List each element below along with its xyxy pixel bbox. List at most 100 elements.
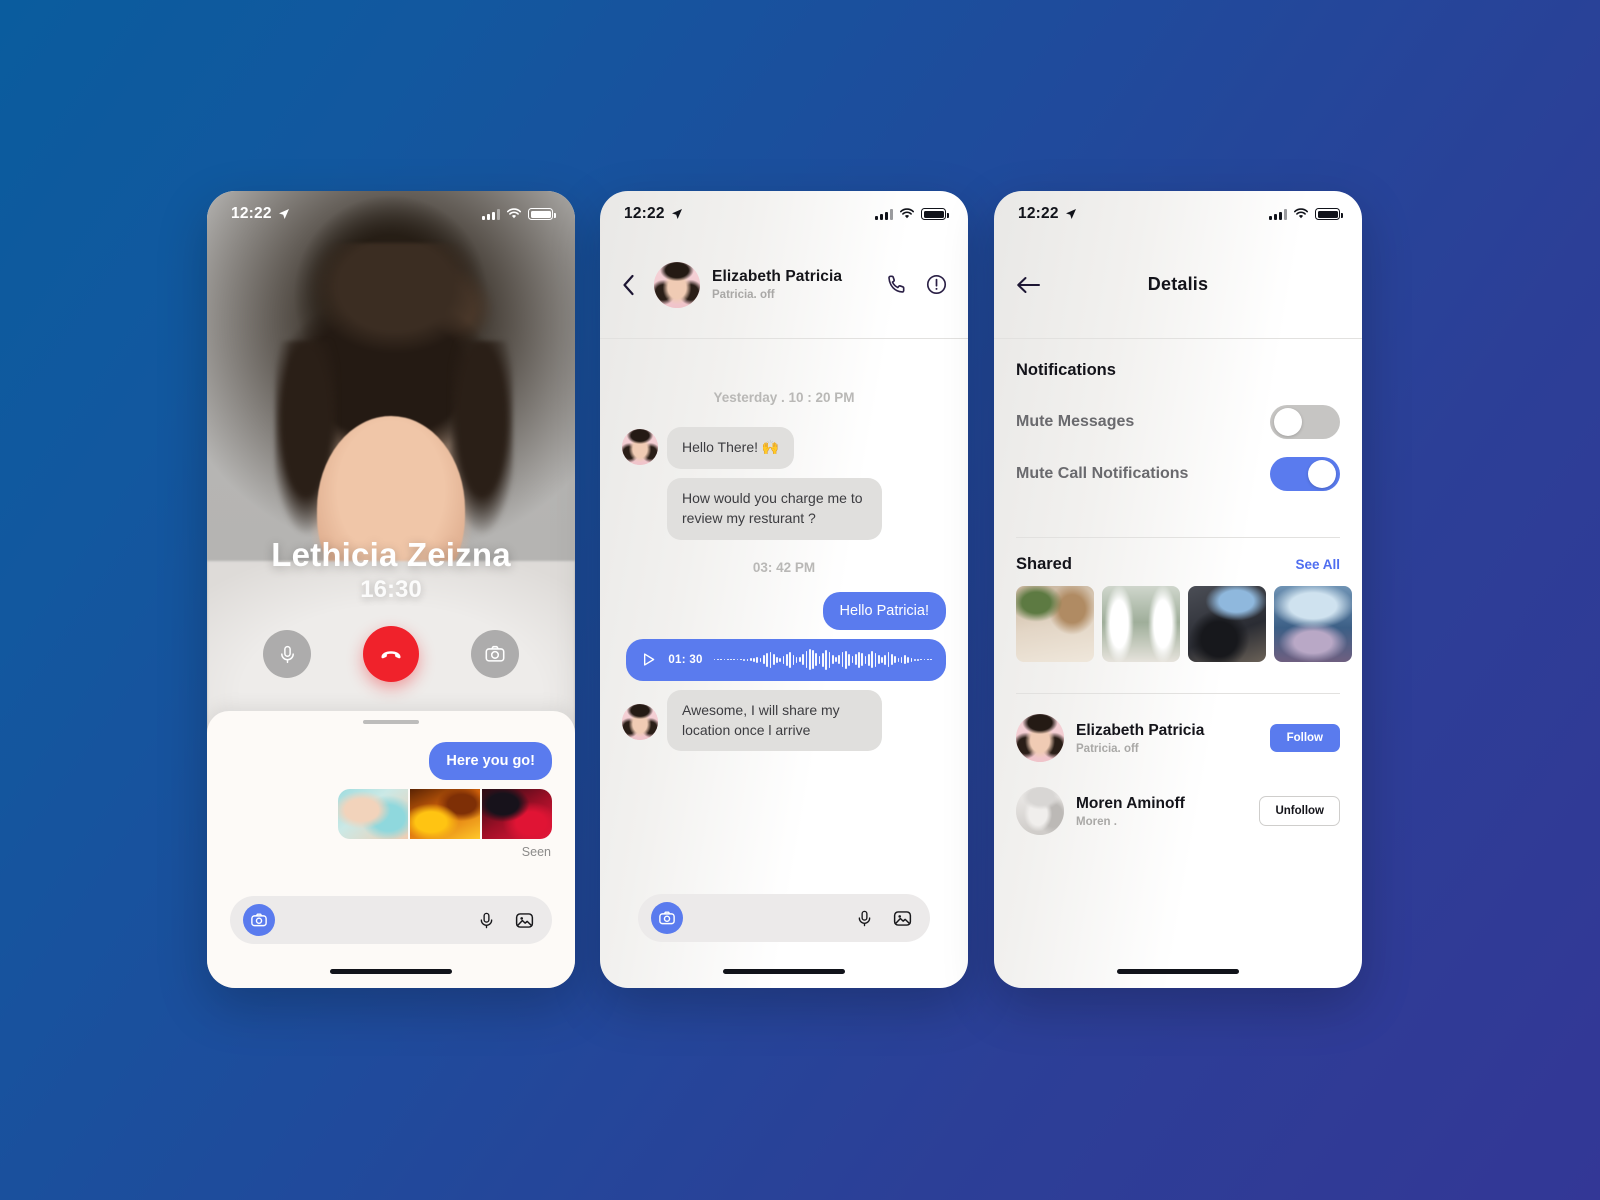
shared-thumbnails	[994, 586, 1362, 662]
unfollow-button[interactable]: Unfollow	[1259, 796, 1340, 826]
phone-icon[interactable]	[885, 273, 908, 296]
status-bar: 12:22	[994, 191, 1362, 231]
status-bar-right	[1269, 208, 1343, 220]
wifi-icon	[1294, 208, 1308, 219]
call-contact-name: Lethicia Zeizna	[271, 536, 511, 573]
call-duration: 16:30	[360, 576, 422, 603]
message-bubble-incoming: Hello There! 🙌	[667, 427, 795, 469]
setting-row-mute-calls[interactable]: Mute Call Notifications	[994, 457, 1362, 491]
composer-camera-button[interactable]	[651, 902, 683, 934]
person-status: Moren .	[1076, 815, 1117, 828]
play-icon[interactable]	[640, 651, 657, 668]
wifi-icon	[900, 208, 914, 219]
mute-button[interactable]	[263, 630, 311, 678]
status-time: 12:22	[231, 205, 272, 222]
notifications-heading-wrap: Notifications	[994, 361, 1362, 380]
image-icon[interactable]	[514, 910, 535, 931]
toggle-knob	[1274, 408, 1302, 436]
microphone-icon[interactable]	[855, 909, 874, 928]
avatar-image	[1016, 787, 1064, 835]
notifications-section: Notifications Mute Messages Mute Call No…	[994, 339, 1362, 491]
location-arrow-icon	[671, 209, 682, 219]
composer-camera-button[interactable]	[243, 904, 275, 936]
chat-contact-status: Patricia. off	[712, 289, 775, 301]
message-row-voice: 01: 30	[600, 638, 968, 681]
voice-duration: 01: 30	[668, 653, 703, 666]
back-button[interactable]	[622, 274, 642, 296]
voice-message[interactable]: 01: 30	[626, 638, 946, 681]
avatar[interactable]	[1016, 714, 1064, 762]
battery-full-icon	[1315, 208, 1343, 220]
microphone-icon[interactable]	[477, 911, 496, 930]
setting-row-mute-messages[interactable]: Mute Messages	[994, 405, 1362, 439]
person-row: Elizabeth Patricia Patricia. off Follow	[994, 714, 1362, 762]
message-composer	[230, 896, 552, 944]
info-circle-icon[interactable]	[925, 273, 948, 296]
mute-messages-toggle[interactable]	[1270, 405, 1340, 439]
camera-button[interactable]	[471, 630, 519, 678]
attachment-thumbnail[interactable]	[482, 789, 552, 839]
setting-label: Mute Messages	[1016, 413, 1135, 430]
message-bubble-incoming: How would you charge me to review my res…	[667, 477, 882, 540]
image-icon[interactable]	[892, 908, 913, 929]
section-title: Shared	[1016, 555, 1072, 573]
voice-waveform	[713, 649, 932, 671]
shared-thumbnail[interactable]	[1274, 586, 1352, 662]
chat-header: Elizabeth Patricia Patricia. off	[600, 231, 968, 339]
section-title: Notifications	[1016, 361, 1116, 379]
avatar-image	[622, 703, 658, 740]
avatar-image	[654, 261, 700, 308]
status-time: 12:22	[1018, 205, 1059, 222]
wifi-icon	[507, 208, 521, 219]
page-title: Detalis	[1147, 274, 1209, 294]
shared-header: Shared See All	[994, 555, 1362, 574]
toggle-knob	[1308, 460, 1336, 488]
person-name: Moren Aminoff	[1076, 794, 1185, 812]
end-call-button[interactable]	[363, 626, 419, 682]
camera-icon	[485, 645, 505, 662]
shared-thumbnail[interactable]	[1016, 586, 1094, 662]
attachment-thumbnail[interactable]	[410, 789, 480, 839]
phone-details-screen: 12:22 Detalis Notifications Mute Message…	[994, 191, 1362, 988]
camera-icon	[251, 913, 267, 927]
follow-button[interactable]: Follow	[1269, 724, 1340, 752]
phone-chat-screen: 12:22 Elizabeth Patricia Patricia. off Y…	[600, 191, 968, 988]
see-all-link[interactable]: See All	[1295, 557, 1340, 572]
avatar[interactable]	[654, 261, 700, 308]
camera-icon	[659, 911, 675, 925]
shared-thumbnail[interactable]	[1188, 586, 1266, 662]
avatar[interactable]	[622, 703, 658, 740]
message-composer	[638, 894, 930, 942]
read-receipt: Seen	[521, 845, 551, 859]
status-bar-left: 12:22	[1018, 205, 1077, 223]
phone-hangup-icon	[381, 651, 401, 659]
avatar[interactable]	[1016, 787, 1064, 835]
home-indicator	[1117, 969, 1239, 974]
home-indicator	[330, 969, 452, 974]
setting-label: Mute Call Notifications	[1016, 465, 1189, 482]
message-bubble-incoming: Awesome, I will share my location once l…	[667, 689, 882, 752]
cellular-signal-icon	[1269, 208, 1287, 220]
avatar[interactable]	[622, 429, 658, 465]
cellular-signal-icon	[875, 208, 893, 220]
attachment-strip	[207, 780, 575, 839]
person-row: Moren Aminoff Moren . Unfollow	[994, 787, 1362, 835]
location-arrow-icon	[278, 209, 289, 219]
message-sheet: Here you go! Seen	[207, 711, 575, 988]
shared-thumbnail[interactable]	[1102, 586, 1180, 662]
attachment-thumbnail[interactable]	[338, 789, 408, 839]
composer-actions	[477, 910, 539, 931]
message-row-incoming: How would you charge me to review my res…	[600, 477, 968, 540]
divider	[1016, 693, 1340, 694]
call-controls	[207, 626, 575, 682]
time-separator: 03: 42 PM	[752, 559, 816, 575]
status-bar: 12:22	[207, 191, 575, 231]
chat-contact-name: Elizabeth Patricia	[712, 268, 843, 285]
person-name: Elizabeth Patricia	[1076, 721, 1205, 739]
message-row-incoming: Awesome, I will share my location once l…	[600, 689, 968, 752]
message-row-incoming: Hello There! 🙌	[600, 427, 968, 469]
mute-call-notifications-toggle[interactable]	[1270, 457, 1340, 491]
status-bar-right	[875, 208, 949, 220]
composer-actions	[855, 908, 917, 929]
status-bar-left: 12:22	[231, 205, 290, 223]
